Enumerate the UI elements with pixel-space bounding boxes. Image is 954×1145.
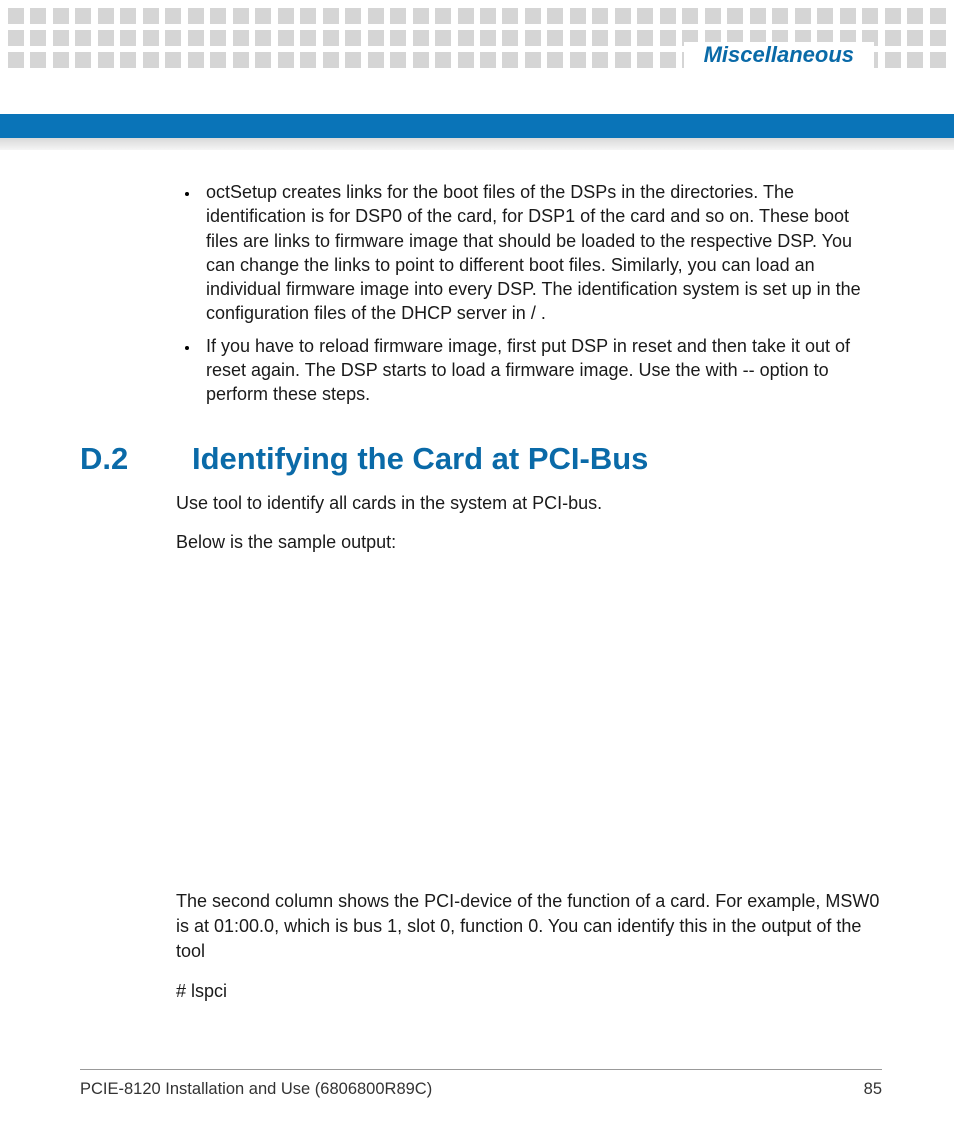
section-body: Use tool to identify all cards in the sy… (176, 491, 882, 1004)
header-grey-bar (0, 138, 954, 150)
section-title: Identifying the Card at PCI-Bus (192, 441, 648, 477)
footer-page-number: 85 (864, 1080, 882, 1099)
sample-output-placeholder (176, 569, 882, 889)
page-content: octSetup creates links for the boot file… (80, 180, 882, 1055)
list-item: If you have to reload firmware image, fi… (200, 334, 882, 407)
footer-doc-title: PCIE-8120 Installation and Use (6806800R… (80, 1080, 432, 1099)
explain-text: The second column shows the PCI-device o… (176, 889, 882, 965)
header-blue-bar (0, 114, 954, 138)
section-heading: D.2 Identifying the Card at PCI-Bus (80, 441, 882, 477)
page-footer: PCIE-8120 Installation and Use (6806800R… (80, 1069, 882, 1099)
list-item: octSetup creates links for the boot file… (200, 180, 882, 326)
section-number: D.2 (80, 441, 150, 477)
intro-text: Use tool to identify all cards in the sy… (176, 491, 882, 516)
bullet-list: octSetup creates links for the boot file… (200, 180, 882, 407)
command-text: # lspci (176, 979, 882, 1004)
header-category: Miscellaneous (684, 42, 874, 68)
sample-label: Below is the sample output: (176, 530, 882, 555)
